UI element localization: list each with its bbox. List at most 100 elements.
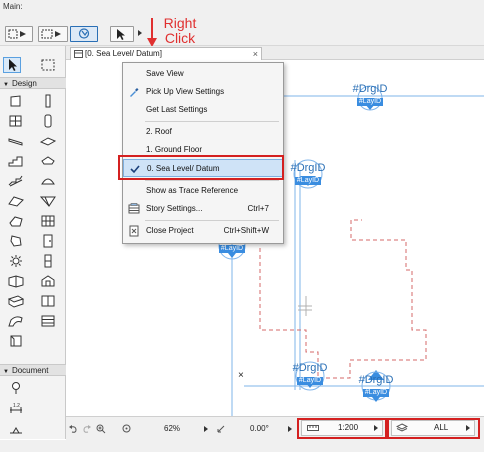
corner-window-tool[interactable] <box>8 274 24 288</box>
menu-item-roof[interactable]: 2. Roof <box>123 123 283 141</box>
shelving-tool[interactable] <box>40 314 56 328</box>
main-toolbar: Main: <box>0 0 484 46</box>
layers-value: ALL <box>434 423 449 432</box>
undo-icon[interactable] <box>68 424 78 434</box>
sheet-tool[interactable] <box>8 334 24 348</box>
marker-label: #DrgID #LayID <box>352 83 388 106</box>
zone-tool[interactable] <box>8 234 24 248</box>
document-section-header[interactable]: ▼ Document <box>0 364 66 376</box>
toolbar-title: Main: <box>3 2 23 11</box>
shell-tool[interactable] <box>40 174 56 188</box>
collapse-triangle-icon: ▼ <box>3 369 9 375</box>
marker-label: #DrgID #LayID <box>290 362 330 385</box>
marker-title: #DrgID <box>292 362 328 374</box>
menu-item-story-settings[interactable]: Story Settings... Ctrl+7 <box>123 200 283 218</box>
dormer-tool[interactable] <box>40 274 56 288</box>
lamp-tool[interactable] <box>8 254 24 268</box>
redo-icon[interactable] <box>82 424 92 434</box>
menu-item-label: 2. Roof <box>146 127 172 136</box>
arrow-select-tool[interactable] <box>3 57 21 73</box>
dimension-tool[interactable]: 1.2 <box>8 401 24 415</box>
elevation-marker-tool[interactable] <box>8 381 24 395</box>
roof-tool[interactable] <box>40 154 56 168</box>
zoom-dropdown-icon[interactable] <box>202 424 210 434</box>
menu-item-close-project[interactable]: Close Project Ctrl+Shift+W <box>123 222 283 240</box>
scale-dropdown-icon <box>374 425 378 431</box>
skylight-tool[interactable] <box>8 194 24 208</box>
level-dimension-tool[interactable] <box>8 421 24 435</box>
design-section-header[interactable]: ▼ Design <box>0 77 66 89</box>
window-tool[interactable] <box>40 254 56 268</box>
tab-sea-level-datum[interactable]: [0. Sea Level/ Datum] × <box>70 47 262 60</box>
right-click-annotation: Right Click <box>152 16 208 46</box>
angle-value[interactable]: 0.00° <box>250 422 269 436</box>
stair-2-tool[interactable] <box>8 314 24 328</box>
cabinet-tool[interactable] <box>40 294 56 308</box>
zoom-in-icon[interactable] <box>96 424 106 434</box>
cross-mark: × <box>238 370 244 381</box>
zoom-value[interactable]: 62% <box>164 422 180 436</box>
pointer-mode-button[interactable] <box>5 26 33 42</box>
close-tab-icon[interactable]: × <box>253 48 258 60</box>
slab-tool[interactable] <box>40 134 56 148</box>
annotation-line1: Right <box>163 15 197 31</box>
annotation-arrow-icon <box>147 18 157 47</box>
layer-combination-field[interactable]: ALL <box>391 420 475 436</box>
context-menu: Save View Pick Up View Settings Get Last… <box>122 62 284 244</box>
menu-item-get-last-settings[interactable]: Get Last Settings <box>123 101 283 119</box>
magic-wand-button[interactable] <box>70 26 98 42</box>
curtain-wall-tool[interactable] <box>40 214 56 228</box>
marquee-tool[interactable] <box>40 58 56 72</box>
status-bar: 62% 0.00° 1:200 ALL <box>66 416 484 440</box>
arrow-tool-button[interactable] <box>110 26 134 42</box>
story-settings-icon <box>128 203 140 214</box>
menu-item-pick-up-view-settings[interactable]: Pick Up View Settings <box>123 83 283 101</box>
menu-item-shortcut: Ctrl+7 <box>247 204 269 213</box>
object-tool[interactable] <box>40 114 56 128</box>
menu-item-label: Get Last Settings <box>146 105 208 114</box>
beam-tool[interactable] <box>8 134 24 148</box>
marker-sub: #LayID <box>362 389 390 397</box>
collapse-triangle-icon: ▼ <box>3 82 9 88</box>
menu-item-label: Story Settings... <box>146 204 203 213</box>
marker-title: #DrgID <box>352 83 388 95</box>
marker-label: #DrgID #LayID <box>288 162 328 185</box>
document-section-label: Document <box>11 366 49 375</box>
scale-field[interactable]: 1:200 <box>301 420 383 436</box>
check-icon <box>130 165 140 174</box>
column-tool[interactable] <box>40 94 56 108</box>
menu-separator <box>145 180 279 181</box>
menu-item-ground-floor[interactable]: 1. Ground Floor <box>123 141 283 159</box>
menu-item-label: Save View <box>146 69 184 78</box>
menu-item-sea-level-datum[interactable]: 0. Sea Level/ Datum <box>123 159 283 177</box>
rotate-view-icon[interactable] <box>216 424 226 434</box>
menu-item-label: 0. Sea Level/ Datum <box>147 164 220 173</box>
fit-in-window-icon[interactable] <box>122 424 132 434</box>
menu-item-label: Close Project <box>146 226 194 235</box>
railing-tool[interactable] <box>8 174 24 188</box>
close-project-icon <box>129 225 139 237</box>
menu-separator <box>145 121 279 122</box>
mesh-tool[interactable] <box>40 194 56 208</box>
door-tool[interactable] <box>40 234 56 248</box>
wall-end-tool[interactable] <box>8 294 24 308</box>
view-tab-bar: [0. Sea Level/ Datum] × <box>66 46 484 60</box>
menu-item-save-view[interactable]: Save View <box>123 65 283 83</box>
wall-tool[interactable] <box>8 94 24 108</box>
ruler-icon <box>307 425 319 431</box>
menu-item-show-as-trace-reference[interactable]: Show as Trace Reference <box>123 182 283 200</box>
morph-tool[interactable] <box>8 214 24 228</box>
menu-item-label: Show as Trace Reference <box>146 186 239 195</box>
scale-value: 1:200 <box>338 423 359 432</box>
marker-sub: #LayID <box>218 245 246 253</box>
marquee-mode-button[interactable] <box>38 26 68 42</box>
menu-separator <box>145 220 279 221</box>
floor-plan-icon <box>74 50 83 58</box>
bottom-strip <box>0 440 484 452</box>
angle-dropdown-icon[interactable] <box>286 424 294 434</box>
arrow-tool-dropdown[interactable] <box>136 26 146 42</box>
grid-element-tool[interactable] <box>8 114 24 128</box>
menu-item-label: Pick Up View Settings <box>146 87 225 96</box>
stair-tool[interactable] <box>8 154 24 168</box>
marker-sub: #LayID <box>356 98 384 106</box>
